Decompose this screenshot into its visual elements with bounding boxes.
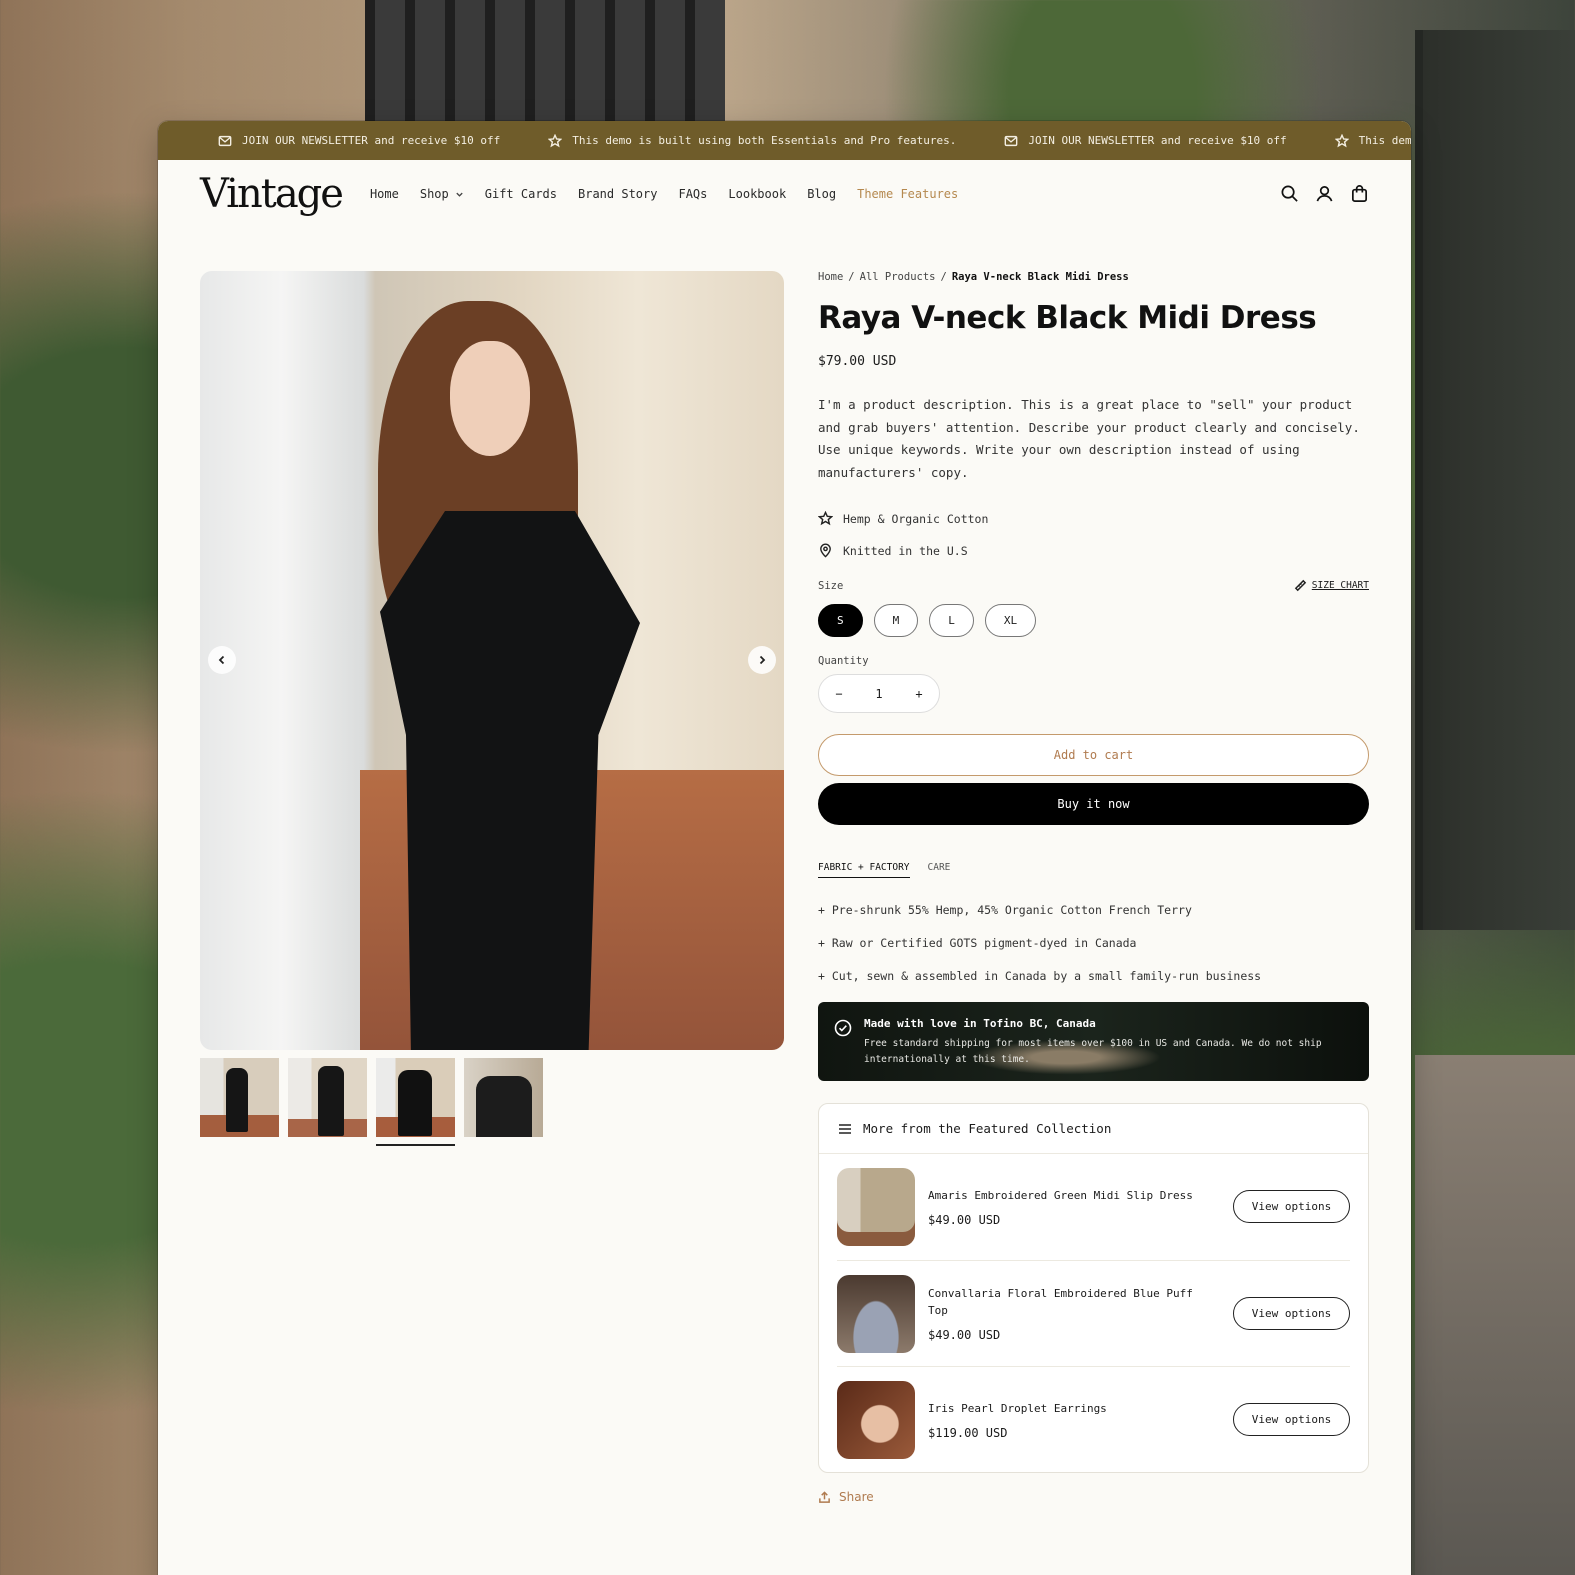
size-option-l[interactable]: L — [929, 604, 974, 637]
thumbnail-2[interactable] — [288, 1058, 367, 1137]
size-row: Size SIZE CHART — [818, 579, 1369, 592]
featured-item-image[interactable] — [837, 1168, 915, 1246]
tab-fabric-factory[interactable]: FABRIC + FACTORY — [818, 862, 910, 878]
breadcrumb: Home / All Products / Raya V-neck Black … — [818, 271, 1129, 283]
nav-item-shop[interactable]: Shop — [420, 187, 464, 201]
add-to-cart-button[interactable]: Add to cart — [818, 734, 1369, 776]
header-icons — [1280, 184, 1369, 203]
main-nav: Home Shop Gift Cards Brand Story FAQs Lo… — [370, 187, 958, 201]
view-options-button[interactable]: View options — [1233, 1297, 1350, 1330]
fabric-details: + Pre-shrunk 55% Hemp, 45% Organic Cotto… — [818, 903, 1369, 983]
thumbnail-3[interactable] — [376, 1058, 455, 1146]
feature-material: Hemp & Organic Cotton — [818, 511, 1369, 526]
announcement-item[interactable]: This demo is built using b — [1334, 133, 1411, 148]
product-title: Raya V-neck Black Midi Dress — [818, 300, 1317, 336]
announcement-item[interactable]: JOIN OUR NEWSLETTER and receive $10 off — [1004, 134, 1287, 148]
share-icon — [819, 1490, 830, 1503]
menu-icon — [839, 1123, 851, 1134]
feature-origin: Knitted in the U.S — [818, 543, 1369, 558]
star-icon — [818, 511, 833, 526]
size-option-m[interactable]: M — [873, 604, 919, 637]
quantity-label: Quantity — [818, 655, 869, 667]
featured-item: Convallaria Floral Embroidered Blue Puff… — [837, 1260, 1350, 1366]
nav-item-home[interactable]: Home — [370, 187, 399, 201]
share-button[interactable]: Share — [818, 1490, 1369, 1504]
site-header: Vintage Home Shop Gift Cards Brand Story… — [158, 160, 1411, 228]
featured-item-image[interactable] — [837, 1274, 915, 1353]
featured-item-price: $119.00 USD — [928, 1425, 1008, 1440]
quantity-stepper: − 1 + — [818, 674, 940, 713]
location-pin-icon — [820, 543, 831, 558]
announcement-item[interactable]: JOIN OUR NEWSLETTER and receive $10 off — [218, 134, 500, 148]
breadcrumb-home[interactable]: Home — [818, 271, 843, 283]
account-icon[interactable] — [1315, 184, 1334, 203]
envelope-icon — [1005, 135, 1018, 146]
announcement-item[interactable]: This demo is built using both Essentials… — [548, 133, 956, 148]
announcement-bar: JOIN OUR NEWSLETTER and receive $10 off … — [158, 121, 1411, 160]
detail-item: + Pre-shrunk 55% Hemp, 45% Organic Cotto… — [818, 903, 1192, 917]
breadcrumb-current: Raya V-neck Black Midi Dress — [951, 271, 1129, 283]
featured-item-name[interactable]: Amaris Embroidered Green Midi Slip Dress — [928, 1187, 1218, 1204]
quantity-input[interactable]: 1 — [875, 687, 882, 701]
browser-window: JOIN OUR NEWSLETTER and receive $10 off … — [158, 121, 1411, 1575]
featured-item-name[interactable]: Convallaria Floral Embroidered Blue Puff… — [928, 1285, 1218, 1319]
brand-logo[interactable]: Vintage — [200, 174, 344, 214]
product-description: I'm a product description. This is a gre… — [818, 397, 1360, 480]
featured-item: Iris Pearl Droplet Earrings $119.00 USD … — [837, 1366, 1350, 1472]
product-tabs: FABRIC + FACTORY CARE — [818, 862, 1369, 878]
tab-care[interactable]: CARE — [928, 862, 951, 878]
banner-text: Free standard shipping for most items ov… — [864, 1038, 1322, 1065]
nav-item-brand-story[interactable]: Brand Story — [578, 187, 657, 201]
view-options-button[interactable]: View options — [1233, 1403, 1350, 1436]
gallery-prev-button[interactable] — [208, 646, 236, 674]
envelope-icon — [218, 135, 232, 146]
featured-item-price: $49.00 USD — [928, 1328, 1001, 1342]
thumbnail-4[interactable] — [464, 1058, 543, 1137]
buy-now-button[interactable]: Buy it now — [818, 783, 1369, 825]
gallery-next-button[interactable] — [748, 646, 776, 674]
nav-item-lookbook[interactable]: Lookbook — [728, 187, 786, 201]
size-label: Size — [818, 579, 844, 592]
cart-icon[interactable] — [1350, 184, 1369, 203]
banner-title: Made with love in Tofino BC, Canada — [864, 1017, 1096, 1030]
nav-item-gift-cards[interactable]: Gift Cards — [485, 187, 557, 201]
featured-collection: More from the Featured Collection Amaris… — [818, 1103, 1369, 1473]
quantity-decrease-button[interactable]: − — [835, 687, 842, 701]
chevron-left-icon — [218, 655, 225, 665]
chevron-right-icon — [759, 655, 766, 665]
featured-collection-header: More from the Featured Collection — [819, 1104, 1368, 1154]
nav-item-blog[interactable]: Blog — [807, 187, 836, 201]
star-icon — [548, 133, 563, 147]
nav-item-faqs[interactable]: FAQs — [678, 187, 707, 201]
size-option-xl[interactable]: XL — [984, 604, 1037, 637]
product-price: $79.00 USD — [818, 354, 897, 369]
star-icon — [1334, 133, 1349, 147]
product-thumbnails — [200, 1058, 543, 1146]
featured-item: Amaris Embroidered Green Midi Slip Dress… — [819, 1154, 1368, 1260]
background-door — [365, 0, 725, 125]
thumbnail-1[interactable] — [200, 1058, 279, 1137]
product-main-image[interactable] — [200, 271, 784, 1050]
shipping-banner: Made with love in Tofino BC, Canada Free… — [818, 1002, 1369, 1081]
size-options: S M L XL — [818, 604, 1369, 637]
featured-item-name[interactable]: Iris Pearl Droplet Earrings — [928, 1400, 1218, 1417]
detail-item: + Raw or Certified GOTS pigment-dyed in … — [818, 936, 1137, 950]
search-icon[interactable] — [1280, 184, 1299, 203]
size-option-s[interactable]: S — [818, 604, 863, 637]
product-info: Home / All Products / Raya V-neck Black … — [818, 271, 1369, 1504]
nav-item-theme-features[interactable]: Theme Features — [857, 187, 958, 201]
background-floor — [1415, 1055, 1575, 1575]
breadcrumb-all-products[interactable]: All Products — [860, 271, 936, 283]
featured-item-price: $49.00 USD — [928, 1213, 1001, 1227]
background-door-right — [1415, 30, 1575, 930]
detail-item: + Cut, sewn & assembled in Canada by a s… — [818, 969, 1262, 983]
size-chart-link[interactable]: SIZE CHART — [1294, 579, 1369, 592]
view-options-button[interactable]: View options — [1233, 1190, 1350, 1223]
quantity-increase-button[interactable]: + — [915, 687, 922, 701]
chevron-down-icon — [456, 192, 463, 197]
check-circle-icon — [834, 1019, 852, 1037]
featured-item-image[interactable] — [837, 1380, 915, 1459]
ruler-icon — [1294, 579, 1306, 592]
